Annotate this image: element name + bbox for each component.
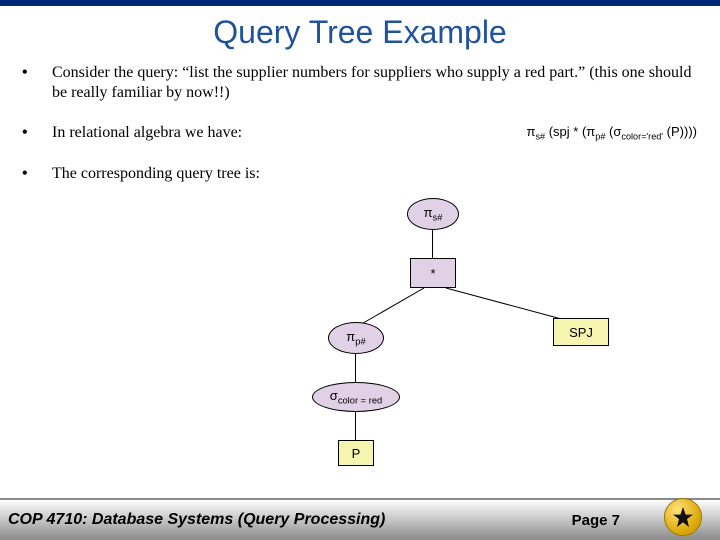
bullet-1-text: Consider the query: “list the supplier n… [52, 63, 702, 103]
node-select-color: σcolor = red [312, 382, 400, 412]
bullet-marker: • [22, 123, 52, 143]
relational-algebra-expression: πs# (spj * (πp# (σcolor='red' (P)))) [521, 121, 702, 146]
node-join: * [410, 258, 456, 288]
bullet-marker: • [22, 63, 52, 103]
edge [355, 354, 356, 382]
bullet-2: • In relational algebra we have: πs# (sp… [22, 121, 702, 146]
edge [355, 412, 356, 440]
bullet-3-text: The corresponding query tree is: [52, 164, 702, 184]
node-spj: SPJ [553, 318, 609, 346]
node-project-p: πp# [328, 322, 384, 354]
bullet-2-text: In relational algebra we have: [52, 123, 515, 143]
bullet-3: • The corresponding query tree is: [22, 164, 702, 184]
footer-course: COP 4710: Database Systems (Query Proces… [0, 511, 385, 529]
edge [432, 230, 433, 258]
node-p: P [338, 440, 374, 466]
slide-title: Query Tree Example [0, 14, 720, 51]
ucf-logo-icon [664, 498, 702, 536]
bullet-1: • Consider the query: “list the supplier… [22, 63, 702, 103]
query-tree-diagram: πs# * πp# SPJ σcolor = red P [0, 190, 720, 490]
node-project-s: πs# [407, 198, 459, 230]
footer-bar: COP 4710: Database Systems (Query Proces… [0, 498, 720, 540]
bullet-marker: • [22, 164, 52, 184]
content-area: • Consider the query: “list the supplier… [0, 63, 720, 184]
top-accent-bar [0, 0, 720, 6]
